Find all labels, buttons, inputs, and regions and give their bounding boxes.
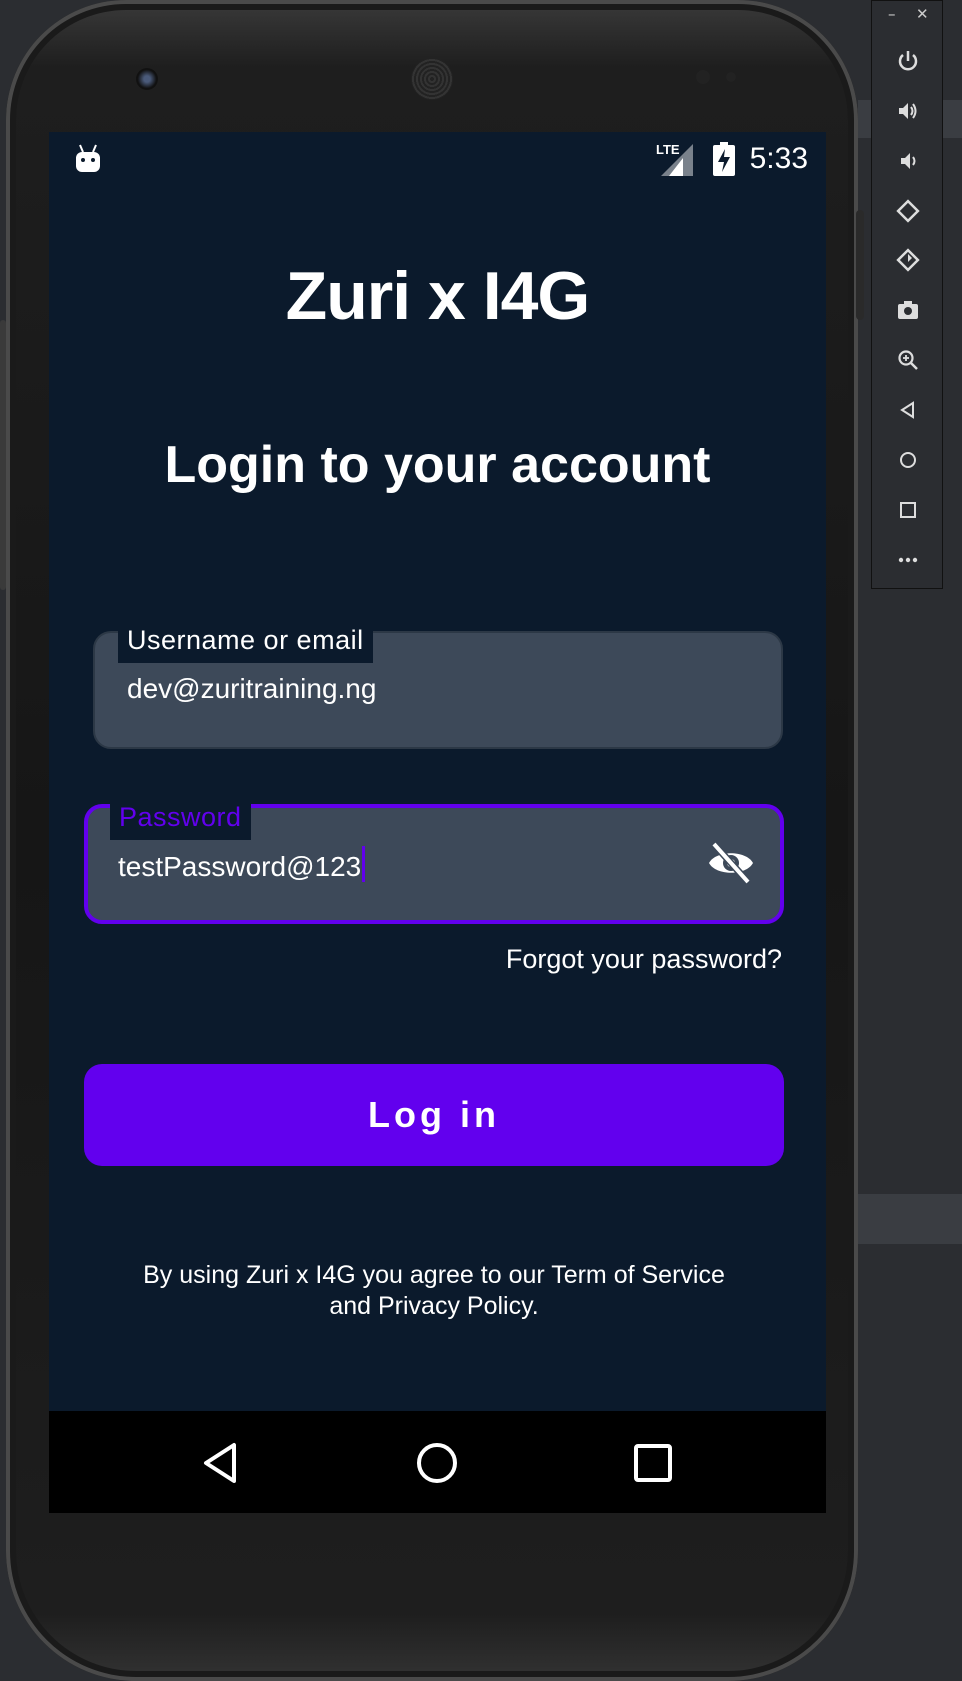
power-icon[interactable] — [892, 45, 924, 77]
home-icon[interactable] — [411, 1437, 463, 1489]
terms-text: By using Zuri x I4G you agree to our Ter… — [109, 1260, 759, 1322]
status-bar: LTE 5:33 — [49, 132, 826, 192]
emulator-toolbar: – ✕ — [871, 0, 943, 589]
speaker-grille — [411, 58, 453, 100]
battery-charging-icon — [713, 142, 735, 176]
rotate-left-icon[interactable] — [892, 195, 924, 227]
close-icon[interactable]: ✕ — [916, 5, 929, 23]
forgot-password-link[interactable]: Forgot your password? — [506, 944, 782, 975]
password-value: testPassword@123 — [118, 851, 362, 882]
eye-off-icon[interactable] — [706, 838, 756, 888]
volume-down-icon[interactable] — [892, 145, 924, 177]
terms-line: By using Zuri x I4G you agree to our Ter… — [143, 1261, 725, 1289]
volume-button — [856, 210, 864, 320]
page-title: Login to your account — [164, 436, 711, 494]
zoom-icon[interactable] — [892, 344, 924, 376]
overview-icon[interactable] — [892, 494, 924, 526]
more-icon[interactable] — [892, 544, 924, 576]
rotate-right-icon[interactable] — [892, 244, 924, 276]
back-icon[interactable] — [196, 1437, 248, 1489]
terms-line: and Privacy Policy. — [329, 1292, 539, 1320]
back-icon[interactable] — [892, 394, 924, 426]
sensor — [696, 70, 710, 84]
camera-icon[interactable] — [892, 294, 924, 326]
status-time: 5:33 — [749, 142, 808, 175]
phone-frame: LTE 5:33 Zuri x I4G Login to your accoun… — [6, 0, 858, 1681]
app-title: Zuri x I4G — [285, 258, 591, 334]
recents-icon[interactable] — [627, 1437, 679, 1489]
password-field[interactable]: Password testPassword@123 — [84, 796, 784, 924]
text-cursor — [362, 846, 366, 882]
username-field[interactable]: Username or email dev@zuritraining.ng — [93, 619, 783, 749]
minimize-icon[interactable]: – — [888, 5, 896, 23]
password-input[interactable]: testPassword@123 — [118, 846, 366, 883]
password-label: Password — [110, 796, 251, 840]
username-input[interactable]: dev@zuritraining.ng — [127, 673, 376, 705]
username-label: Username or email — [118, 619, 373, 663]
login-button[interactable]: Log in — [84, 1064, 784, 1166]
home-icon[interactable] — [892, 444, 924, 476]
device-screen: LTE 5:33 Zuri x I4G Login to your accoun… — [49, 132, 826, 1513]
front-camera — [136, 68, 158, 90]
sensor — [726, 72, 736, 82]
volume-up-icon[interactable] — [892, 95, 924, 127]
navigation-bar — [49, 1411, 826, 1513]
signal-icon — [661, 144, 693, 176]
side-button — [0, 320, 6, 590]
background-panel — [858, 1194, 962, 1244]
android-debug-icon — [74, 144, 102, 174]
